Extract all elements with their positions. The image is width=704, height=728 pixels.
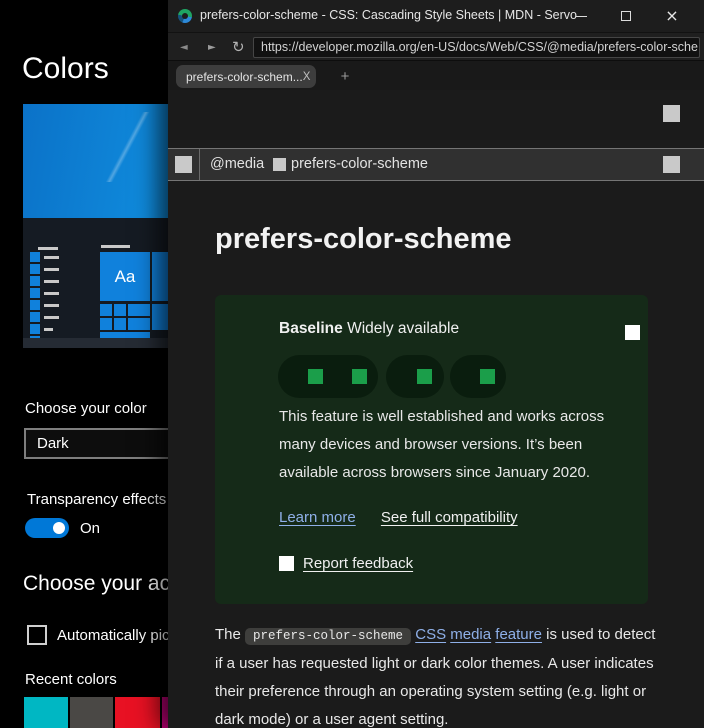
breadcrumb-separator-placeholder-icon (273, 158, 286, 171)
feature-link[interactable]: feature (495, 626, 542, 643)
minimize-button[interactable] (564, 0, 598, 32)
close-button[interactable]: × (655, 0, 689, 32)
color-mode-value: Dark (37, 435, 69, 452)
preview-line (44, 280, 59, 283)
learn-more-link[interactable]: Learn more (279, 509, 356, 526)
preview-menu-item (30, 312, 40, 322)
preview-menu-item (30, 288, 40, 298)
baseline-chevron-placeholder-icon[interactable] (625, 325, 640, 340)
intro-paragraph: The prefers-color-scheme CSS media featu… (215, 621, 665, 728)
sidebar-toggle-placeholder-icon[interactable] (175, 156, 192, 173)
close-icon: × (665, 8, 678, 24)
screen: Colors Aa (0, 0, 704, 728)
baseline-header: Baseline Widely available (279, 320, 459, 338)
preview-line (44, 328, 53, 331)
browser-window: prefers-color-scheme - CSS: Cascading St… (168, 0, 704, 728)
breadcrumb: @media prefers-color-scheme (168, 148, 704, 181)
accent-color-heading: Choose your acc (23, 572, 181, 596)
preview-line (44, 304, 59, 307)
intro-lead: The (215, 626, 241, 643)
preview-line (44, 292, 59, 295)
preview-line (44, 316, 59, 319)
preview-menu-item (30, 300, 40, 310)
tab-prefers-color-scheme[interactable]: prefers-color-schem... X (176, 65, 316, 88)
transparency-state: On (80, 520, 100, 537)
css-link[interactable]: CSS (415, 626, 446, 643)
page-title: Colors (22, 52, 109, 86)
auto-pick-checkbox[interactable] (27, 625, 47, 645)
maximize-icon (621, 11, 631, 21)
browser-support-chrome-edge (278, 355, 378, 398)
preview-tile (100, 318, 112, 330)
see-full-compatibility-link[interactable]: See full compatibility (381, 509, 518, 526)
breadcrumb-item-current[interactable]: prefers-color-scheme (291, 149, 428, 180)
choose-color-label: Choose your color (25, 400, 147, 417)
preview-tile-aa: Aa (100, 252, 150, 301)
transparency-toggle[interactable] (25, 518, 69, 538)
check-icon (480, 369, 495, 384)
check-icon (308, 369, 323, 384)
preview-line (44, 268, 59, 271)
maximize-button[interactable] (609, 0, 643, 32)
browser-support-firefox (386, 355, 444, 398)
baseline-description: This feature is well established and wor… (279, 403, 629, 487)
preview-menu-item (30, 264, 40, 274)
divider (199, 149, 200, 180)
preview-line (44, 256, 59, 259)
recent-color-swatch-teal[interactable] (24, 697, 68, 728)
browser-navbar: ◄ ► ↻ https://developer.mozilla.org/en-U… (168, 32, 704, 60)
preview-line (38, 247, 58, 250)
recent-color-swatch-gray[interactable] (70, 697, 113, 728)
preview-menu-item (30, 252, 40, 262)
report-feedback-link[interactable]: Report feedback (303, 555, 413, 572)
preview-line (101, 245, 130, 248)
preview-menu-item (30, 276, 40, 286)
header-image-placeholder (663, 105, 680, 122)
window-title: prefers-color-scheme - CSS: Cascading St… (200, 8, 577, 22)
transparency-label: Transparency effects (27, 491, 166, 508)
new-tab-button[interactable]: + (334, 65, 356, 88)
forward-button[interactable]: ► (208, 33, 216, 61)
preview-tile (114, 304, 126, 316)
inline-code: prefers-color-scheme (245, 628, 411, 645)
tab-close-icon[interactable]: X (303, 71, 320, 83)
media-link[interactable]: media (450, 626, 491, 643)
check-icon (417, 369, 432, 384)
preview-tile-label: Aa (115, 267, 136, 287)
auto-pick-label: Automatically pick (57, 627, 177, 644)
url-bar[interactable]: https://developer.mozilla.org/en-US/docs… (253, 37, 700, 58)
baseline-links: Learn more See full compatibility (279, 509, 518, 526)
servo-logo-icon (178, 9, 192, 23)
recent-color-swatch-red[interactable] (115, 697, 160, 728)
check-icon (352, 369, 367, 384)
toggle-knob (53, 522, 65, 534)
browser-support-safari (450, 355, 506, 398)
baseline-widget: Baseline Widely available This feature i… (215, 295, 648, 604)
reload-button[interactable]: ↻ (232, 33, 245, 61)
preview-tile (100, 304, 112, 316)
report-feedback-row: Report feedback (279, 555, 413, 572)
recent-colors-label: Recent colors (25, 671, 117, 688)
breadcrumb-right-placeholder-icon (663, 156, 680, 173)
breadcrumb-item-media[interactable]: @media (210, 149, 264, 180)
article-heading: prefers-color-scheme (215, 223, 512, 256)
page-content: @media prefers-color-scheme prefers-colo… (168, 90, 704, 728)
preview-tile (128, 318, 150, 330)
back-button[interactable]: ◄ (180, 33, 188, 61)
minimize-icon (576, 16, 587, 17)
baseline-label: Baseline (279, 320, 343, 337)
feedback-image-placeholder-icon (279, 556, 294, 571)
tab-label: prefers-color-schem... (176, 70, 303, 84)
preview-tile (128, 304, 150, 316)
browser-tabbar: prefers-color-schem... X + (168, 60, 704, 90)
preview-menu-item (30, 324, 40, 334)
baseline-status: Widely available (347, 320, 459, 337)
browser-titlebar: prefers-color-scheme - CSS: Cascading St… (168, 0, 704, 32)
preview-tile (114, 318, 126, 330)
